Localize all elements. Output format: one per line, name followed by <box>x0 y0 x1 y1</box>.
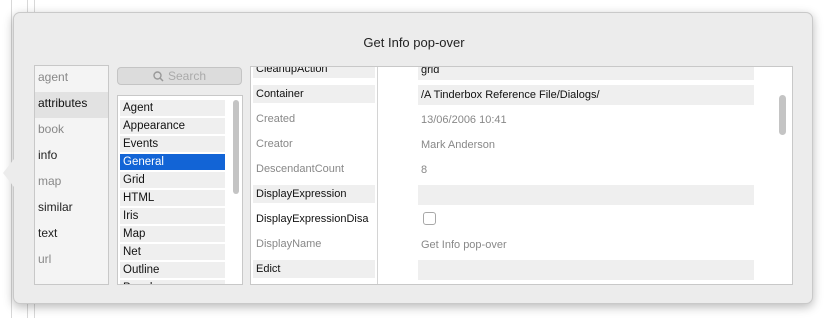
attribute-row: CleanupAction grid <box>251 67 792 83</box>
attribute-value-field[interactable]: grid <box>418 67 754 80</box>
category-item[interactable]: Agent <box>120 100 225 116</box>
attribute-value: 13/06/2006 10:41 <box>421 114 507 126</box>
attribute-name: Edict <box>253 260 375 278</box>
attribute-name: Created <box>256 113 296 125</box>
tab-agent[interactable]: agent <box>35 66 108 92</box>
attribute-name: CleanupAction <box>253 67 375 78</box>
category-item[interactable]: Net <box>120 244 225 260</box>
attribute-checkbox[interactable] <box>423 212 436 225</box>
popover-arrow <box>3 159 14 187</box>
category-scrollbar[interactable] <box>233 100 239 194</box>
category-item[interactable]: Events <box>120 136 225 152</box>
tab-attributes[interactable]: attributes <box>35 92 108 118</box>
category-list[interactable]: Agent Appearance Events General Grid HTML Iris… <box>117 95 243 285</box>
attribute-name: DescendantCount <box>256 163 345 175</box>
tab-book[interactable]: book <box>35 118 108 144</box>
attribute-row <box>251 283 792 284</box>
attribute-value-field[interactable]: /A Tinderbox Reference File/Dialogs/ <box>418 85 754 105</box>
category-item[interactable]: Iris <box>120 208 225 224</box>
tab-info[interactable]: info <box>35 144 108 170</box>
category-item[interactable]: HTML <box>120 190 225 206</box>
category-item[interactable]: People <box>120 280 225 284</box>
category-item[interactable]: Appearance <box>120 118 225 134</box>
attribute-value: Get Info pop-over <box>421 239 507 251</box>
info-tabs-list: agent attributes book info map similar text url <box>34 65 109 285</box>
attribute-value: 8 <box>421 164 428 176</box>
tab-similar[interactable]: similar <box>35 196 108 222</box>
category-item[interactable]: Outline <box>120 262 225 278</box>
attribute-row: DisplayName Get Info pop-over <box>251 233 792 258</box>
attribute-grid[interactable]: CleanupAction grid Container/A Tinderbox R… <box>250 66 793 285</box>
attribute-value-field[interactable] <box>418 260 754 280</box>
attribute-value-field[interactable] <box>418 185 754 205</box>
popover-title: Get Info pop-over <box>363 35 465 50</box>
tab-text[interactable]: text <box>35 222 108 248</box>
search-placeholder: Search <box>167 69 207 83</box>
category-item[interactable]: General <box>120 154 225 170</box>
search-icon <box>153 71 164 82</box>
attribute-row: DisplayExpressionDisa <box>251 208 792 233</box>
tab-url[interactable]: url <box>35 248 108 274</box>
attribute-name: Container <box>253 85 375 103</box>
attribute-row: DescendantCount 8 <box>251 158 792 183</box>
attribute-value: Mark Anderson <box>421 139 495 151</box>
attribute-row: Edict <box>251 258 792 283</box>
attribute-name: DisplayExpression <box>253 185 375 203</box>
category-item[interactable]: Map <box>120 226 225 242</box>
attribute-row: Creator Mark Anderson <box>251 133 792 158</box>
category-item[interactable]: Grid <box>120 172 225 188</box>
attribute-row: Created 13/06/2006 10:41 <box>251 108 792 133</box>
attribute-name: DisplayName <box>256 238 322 250</box>
search-input[interactable]: Search <box>117 67 242 85</box>
tab-map[interactable]: map <box>35 170 108 196</box>
attribute-name: DisplayExpressionDisa <box>256 213 369 225</box>
attribute-name: Creator <box>256 138 293 150</box>
get-info-popover: Get Info pop-over agent attributes book inf… <box>3 12 813 304</box>
attribute-scrollbar[interactable] <box>779 95 786 135</box>
attribute-row: DisplayExpression <box>251 183 792 208</box>
attribute-row: Container/A Tinderbox Reference File/Dia… <box>251 83 792 108</box>
